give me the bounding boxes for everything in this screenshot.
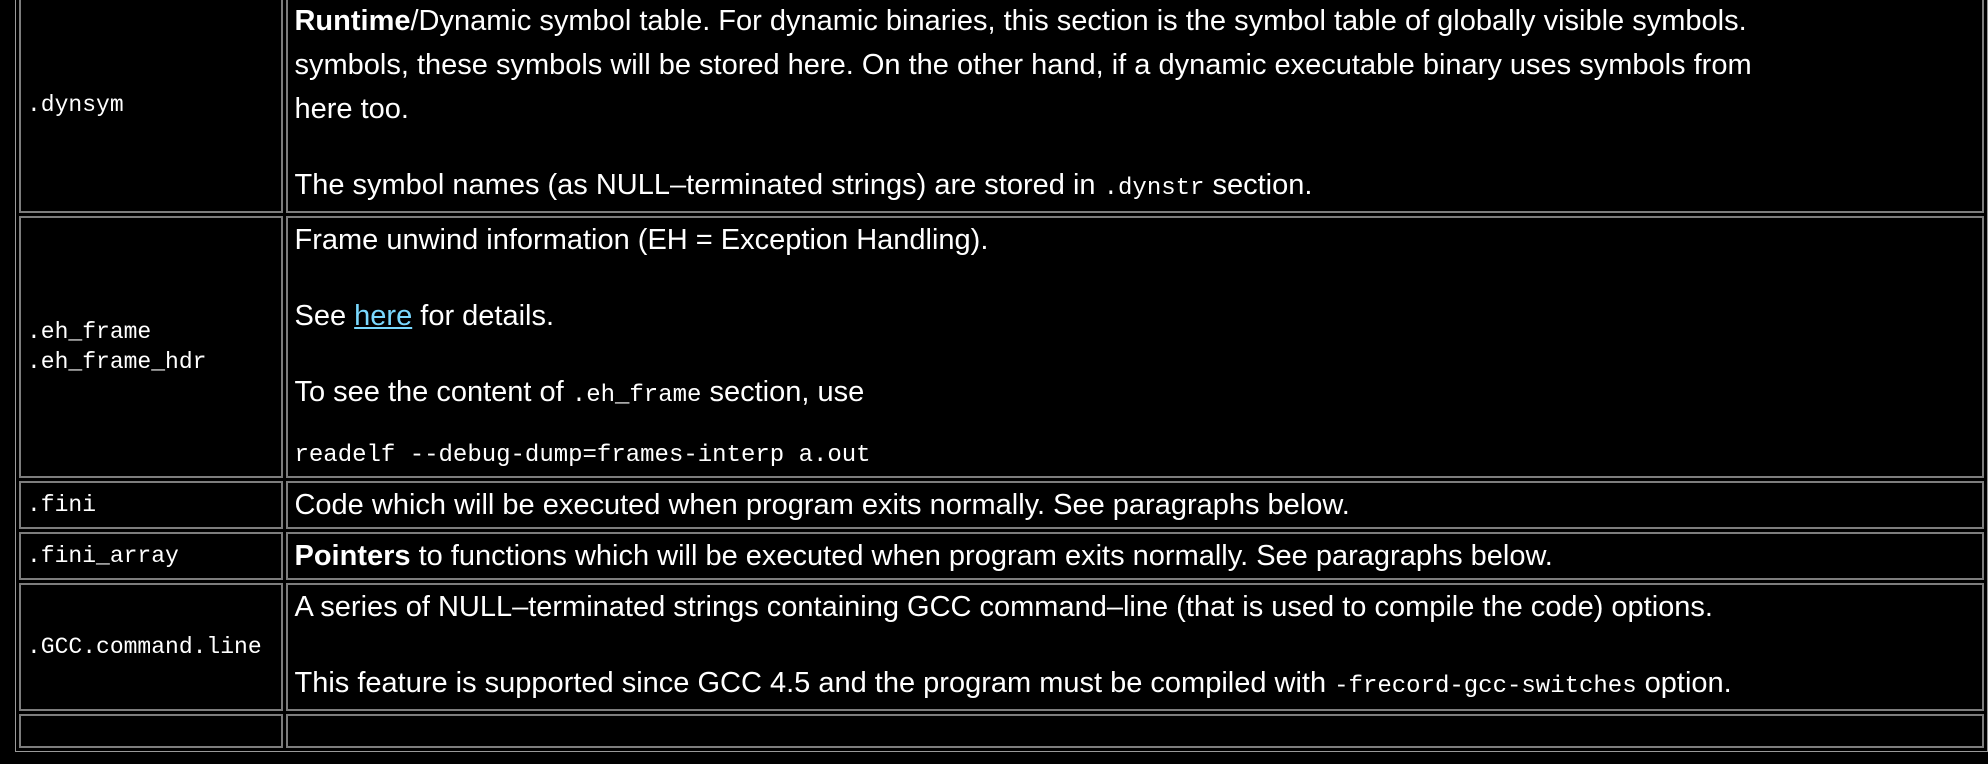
eh-frame-text-p3a: To see the content of bbox=[294, 376, 572, 408]
section-description-gcc-command-line: A series of NULL–terminated strings cont… bbox=[286, 583, 1984, 711]
section-description-fini: Code which will be executed when program… bbox=[286, 481, 1984, 529]
dynsym-text-p2b: section. bbox=[1204, 169, 1313, 201]
section-description-dynsym: Runtime/Dynamic symbol table. For dynami… bbox=[286, 0, 1984, 213]
section-description-cell bbox=[286, 714, 1984, 748]
table-row-eh-frame: .eh_frame .eh_frame_hdr Frame unwind inf… bbox=[19, 216, 1984, 478]
elf-sections-table: .dynsym Runtime/Dynamic symbol table. Fo… bbox=[15, 0, 1988, 752]
eh-frame-paragraph-3: To see the content of .eh_frame section,… bbox=[294, 370, 1976, 418]
details-link[interactable]: here bbox=[354, 300, 412, 332]
table-row-fini-array: .fini_array Pointers to functions which … bbox=[19, 532, 1984, 580]
dynsym-paragraph-2: The symbol names (as NULL–terminated str… bbox=[294, 163, 1976, 211]
eh-frame-text-p2b: for details. bbox=[412, 300, 555, 332]
section-name-fini: .fini bbox=[19, 481, 284, 529]
dynsym-text-p2a: The symbol names (as NULL–terminated str… bbox=[294, 169, 1104, 201]
section-name-eh-frame-line2: .eh_frame_hdr bbox=[27, 349, 207, 375]
gcc-switch-code: -frecord-gcc-switches bbox=[1334, 673, 1637, 700]
section-description-eh-frame: Frame unwind information (EH = Exception… bbox=[286, 216, 1984, 478]
fini-array-text: to functions which will be executed when… bbox=[410, 540, 1553, 572]
gcc-text-p2b: option. bbox=[1636, 667, 1732, 699]
dynsym-bold-term: Runtime bbox=[294, 5, 411, 37]
table-row-dynsym: .dynsym Runtime/Dynamic symbol table. Fo… bbox=[19, 0, 1984, 213]
table-row bbox=[19, 714, 1984, 748]
gcc-text-p2a: This feature is supported since GCC 4.5 … bbox=[294, 667, 1335, 699]
section-name-eh-frame-line1: .eh_frame bbox=[27, 319, 152, 345]
eh-frame-paragraph-2: See here for details. bbox=[294, 294, 1976, 338]
sections-table-wrapper: .dynsym Runtime/Dynamic symbol table. Fo… bbox=[15, 0, 1988, 752]
dynstr-code: .dynstr bbox=[1103, 175, 1205, 202]
dynsym-text: /Dynamic symbol table. For dynamic binar… bbox=[410, 5, 1747, 37]
section-description-fini-array: Pointers to functions which will be exec… bbox=[286, 532, 1984, 580]
section-name-dynsym: .dynsym bbox=[19, 0, 284, 213]
section-name-fini-array: .fini_array bbox=[19, 532, 284, 580]
gcc-paragraph-2: This feature is supported since GCC 4.5 … bbox=[294, 661, 1976, 709]
dynsym-text-line2: symbols, these symbols will be stored he… bbox=[294, 49, 1752, 81]
gcc-paragraph-1: A series of NULL–terminated strings cont… bbox=[294, 591, 1713, 623]
section-name-eh-frame: .eh_frame .eh_frame_hdr bbox=[19, 216, 284, 478]
eh-frame-code: .eh_frame bbox=[571, 382, 702, 409]
dynsym-text-line3: here too. bbox=[294, 93, 409, 125]
section-name-cell bbox=[19, 714, 284, 748]
table-row-gcc-command-line: .GCC.command.line A series of NULL–termi… bbox=[19, 583, 1984, 711]
section-name-gcc-command-line: .GCC.command.line bbox=[19, 583, 284, 711]
eh-frame-paragraph-1: Frame unwind information (EH = Exception… bbox=[294, 224, 989, 256]
readelf-command: readelf --debug-dump=frames-interp a.out bbox=[294, 442, 871, 469]
eh-frame-text-p2a: See bbox=[294, 300, 355, 332]
eh-frame-text-p3b: section, use bbox=[701, 376, 865, 408]
fini-array-bold-term: Pointers bbox=[294, 540, 411, 572]
dynsym-paragraph-1: Runtime/Dynamic symbol table. For dynami… bbox=[294, 0, 1976, 131]
table-row-fini: .fini Code which will be executed when p… bbox=[19, 481, 1984, 529]
